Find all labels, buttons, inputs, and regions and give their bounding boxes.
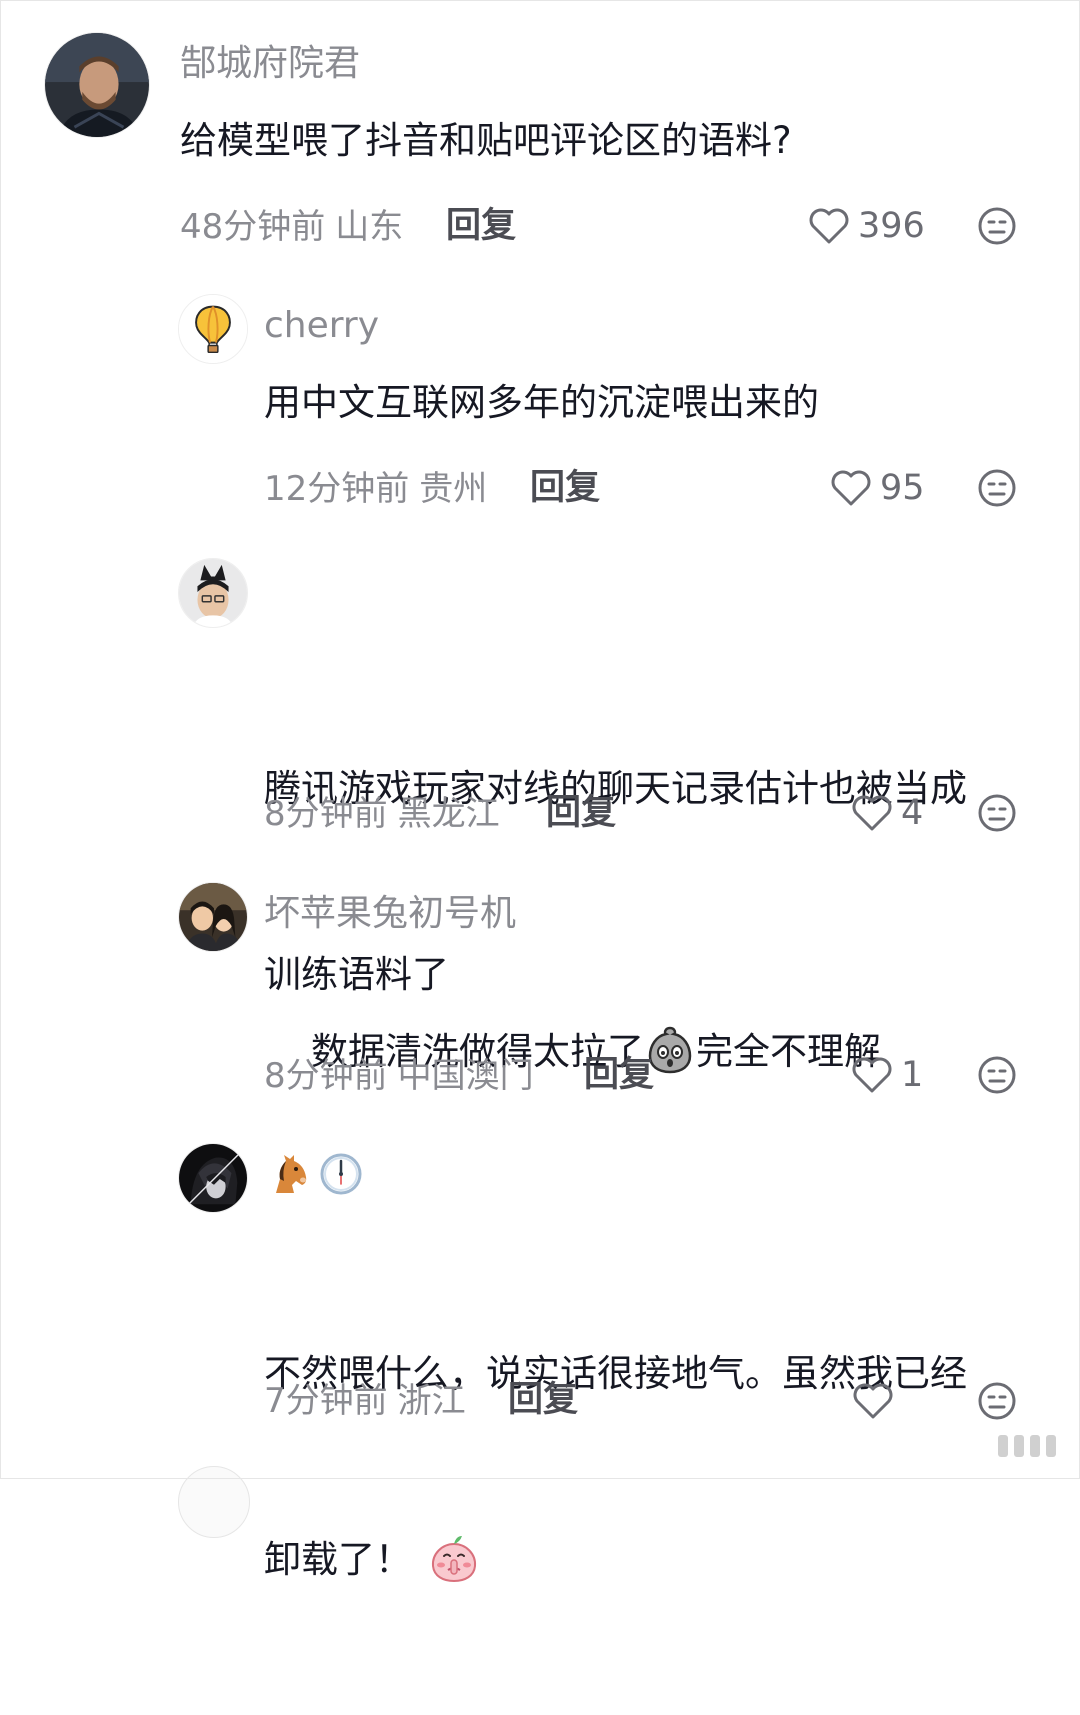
heart-outline-icon	[852, 795, 892, 831]
comment-location: 浙江	[397, 1381, 466, 1421]
reply-button[interactable]: 回复	[530, 471, 600, 506]
comment-text-line: 卸载了！	[264, 1538, 412, 1581]
user-avatar[interactable]	[178, 294, 248, 364]
comment-text: 用中文互联网多年的沉淀喂出来的	[264, 381, 819, 424]
couple-illustration-avatar-icon	[179, 883, 247, 951]
reply-button[interactable]: 回复	[508, 1383, 578, 1418]
user-avatar[interactable]	[178, 1466, 250, 1538]
comment-time: 48分钟前	[180, 207, 326, 247]
shushing-peach-emoji-icon	[428, 1532, 480, 1584]
comment-location: 中国澳门	[397, 1056, 534, 1096]
watermark-icon	[998, 1435, 1056, 1457]
comment-time: 8分钟前	[264, 1056, 388, 1096]
dislike-button[interactable]	[977, 1055, 1017, 1095]
meh-face-icon	[978, 1382, 1016, 1420]
like-button[interactable]: 1	[851, 1053, 923, 1097]
like-count: 1	[901, 1054, 924, 1095]
comment-item: cherry 用中文互联网多年的沉淀喂出来的 12分钟前 贵州 回复 95	[0, 270, 1080, 540]
comment-location: 贵州	[419, 469, 488, 509]
like-button[interactable]	[852, 1379, 902, 1423]
comment-item: 郜城府院君 给模型喂了抖音和贴吧评论区的语料? 48分钟前 山东 回复 396	[0, 0, 1080, 270]
meh-face-icon	[978, 794, 1016, 832]
comment-location: 黑龙江	[397, 794, 500, 834]
reply-button[interactable]: 回复	[584, 1058, 654, 1093]
heart-outline-icon	[809, 208, 849, 244]
dark-anime-avatar-icon	[179, 1144, 247, 1212]
meh-face-icon	[978, 207, 1016, 245]
man-with-cat-ears-avatar-icon	[179, 559, 247, 627]
dislike-button[interactable]	[977, 206, 1017, 246]
man-portrait-avatar-icon	[45, 33, 149, 137]
heart-outline-icon	[831, 470, 871, 506]
username[interactable]: 郜城府院君	[180, 46, 360, 82]
comment-text: 不然喂什么，说实话很接地气。虽然我已经 卸载了！	[264, 1219, 967, 1715]
like-button[interactable]: 4	[851, 791, 923, 835]
heart-outline-icon	[852, 1057, 892, 1093]
dislike-button[interactable]	[977, 468, 1017, 508]
comment-item: 腾讯游戏玩家对线的聊天记录估计也被当成 训练语料了 8分钟前 黑龙江 回复 4	[0, 540, 1080, 996]
hot-air-balloon-avatar-icon	[179, 295, 247, 363]
like-count: 396	[858, 205, 925, 246]
comment-time: 12分钟前	[264, 469, 410, 509]
like-button[interactable]: 396	[808, 204, 925, 248]
comment-item: 不然喂什么，说实话很接地气。虽然我已经 卸载了！ 7分钟前 浙江 回复	[0, 1135, 1080, 1583]
like-count: 4	[901, 792, 924, 833]
comment-time: 7分钟前	[264, 1381, 388, 1421]
comment-text: 给模型喂了抖音和贴吧评论区的语料?	[180, 119, 792, 162]
comment-meta: 8分钟前 中国澳门	[264, 1059, 534, 1093]
dislike-button[interactable]	[977, 1381, 1017, 1421]
user-avatar[interactable]	[178, 558, 248, 628]
user-avatar[interactable]	[178, 1143, 248, 1213]
heart-outline-icon	[853, 1383, 893, 1419]
meh-face-icon	[978, 469, 1016, 507]
user-avatar[interactable]	[178, 882, 248, 952]
user-avatar[interactable]	[44, 32, 150, 138]
reply-button[interactable]: 回复	[546, 796, 616, 831]
username-emojis[interactable]	[266, 1151, 364, 1197]
comment-meta: 7分钟前 浙江	[264, 1384, 466, 1418]
horse-emoji-icon	[276, 1155, 307, 1193]
username[interactable]: cherry	[264, 308, 379, 344]
comment-location: 山东	[335, 207, 404, 247]
reply-button[interactable]: 回复	[446, 209, 516, 244]
comment-meta: 48分钟前 山东	[180, 210, 403, 244]
comment-text: 数据清洗做得太拉了 完全不理解	[264, 959, 881, 1145]
comment-time: 8分钟前	[264, 794, 388, 834]
like-button[interactable]: 95	[830, 466, 925, 510]
meh-face-icon	[978, 1056, 1016, 1094]
clock-emoji-icon	[320, 1153, 362, 1195]
like-count: 95	[880, 467, 925, 508]
username[interactable]: 坏苹果兔初号机	[264, 896, 516, 932]
dislike-button[interactable]	[977, 793, 1017, 833]
comment-meta: 12分钟前 贵州	[264, 472, 487, 506]
comment-item: 坏苹果兔初号机 数据清洗做得太拉了 完全不理解 8分钟前 中国澳门 回复 1	[0, 870, 1080, 1135]
comment-meta: 8分钟前 黑龙江	[264, 797, 500, 831]
